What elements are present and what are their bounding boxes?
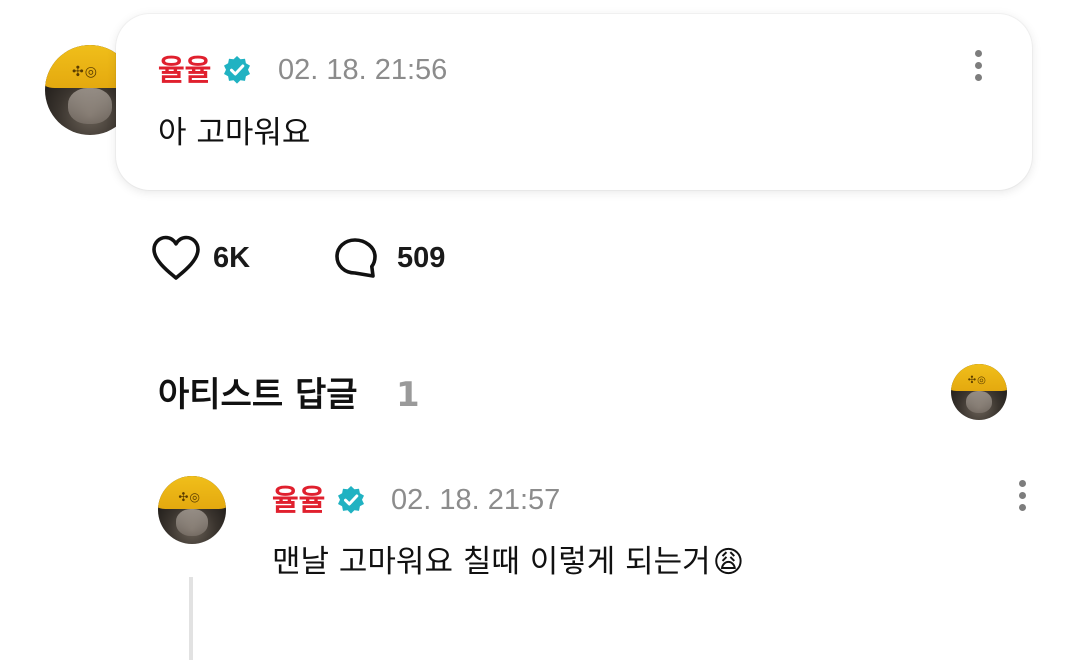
- reply-author-avatar[interactable]: ✣◎: [158, 476, 226, 544]
- reply-text: 맨날 고마워요 칠때 이렇게 되는거: [272, 544, 711, 580]
- post-author-name[interactable]: 율율: [158, 56, 211, 85]
- weary-face-emoji: 😩: [712, 545, 744, 580]
- hat-logo-icon: ✣◎: [72, 63, 98, 80]
- heart-icon[interactable]: [150, 234, 202, 282]
- post-more-icon[interactable]: [966, 50, 990, 86]
- artist-replies-count: 1: [396, 375, 420, 415]
- comment-bubble-icon[interactable]: [333, 236, 381, 280]
- verified-badge-icon: [338, 486, 364, 514]
- reply-timestamp: 02. 18. 21:57: [391, 484, 561, 516]
- reply-more-icon[interactable]: [1010, 480, 1034, 516]
- artist-replies-title: 아티스트 답글: [158, 375, 358, 415]
- reply-author-name[interactable]: 율율: [272, 486, 325, 515]
- artist-avatar-small[interactable]: ✣◎: [951, 364, 1007, 420]
- post-bubble: [116, 14, 1032, 190]
- reply-text-row: 맨날 고마워요 칠때 이렇게 되는거😩: [272, 547, 744, 578]
- thread-line: [189, 577, 193, 660]
- hat-logo-icon: ✣◎: [967, 375, 987, 387]
- post-timestamp: 02. 18. 21:56: [278, 54, 448, 86]
- hat-logo-icon: ✣◎: [178, 489, 201, 504]
- like-count: 6K: [213, 242, 251, 274]
- post-text: 아 고마워요: [158, 115, 311, 151]
- comment-count: 509: [397, 242, 446, 274]
- verified-badge-icon: [224, 56, 250, 84]
